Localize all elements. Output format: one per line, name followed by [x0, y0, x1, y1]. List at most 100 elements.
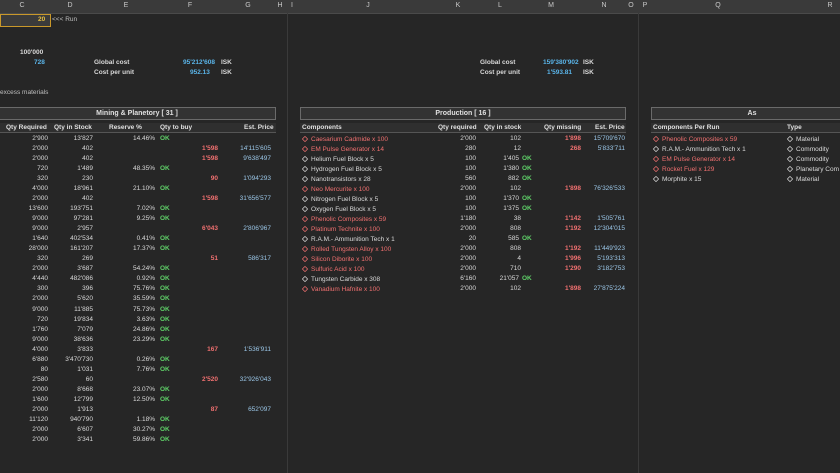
table-row[interactable]: EM Pulse Generator x 14 Commodity — [651, 154, 840, 164]
column-letter[interactable]: P — [643, 2, 648, 9]
reserve-percent: 17.37% — [132, 245, 155, 253]
column-letter[interactable]: F — [188, 2, 192, 9]
qty-in-stock: 19'834 — [73, 315, 93, 323]
qty-in-stock: 6'607 — [77, 425, 93, 433]
table-row[interactable]: 4'000 18'961 21.10% OK — [0, 184, 278, 194]
column-letter[interactable]: E — [124, 2, 129, 9]
column-letter[interactable]: L — [498, 2, 502, 9]
table-row[interactable]: 2'580 60 2'520 32'926'043 — [0, 375, 278, 385]
table-row[interactable]: Nitrogen Fuel Block x 5 100 1'370 OK — [300, 194, 626, 204]
assembly-header-row: Components Per Run Type — [651, 123, 840, 133]
table-row[interactable]: Silicon Diborite x 100 2'000 4 1'996 5'193'3… — [300, 254, 626, 264]
column-letter[interactable]: Q — [715, 2, 720, 9]
table-row[interactable]: 9'000 2'957 6'043 2'806'967 — [0, 224, 278, 234]
header-est-price: Est. Price — [244, 124, 274, 131]
table-row[interactable]: 2'000 3'341 59.86% OK — [0, 435, 278, 445]
table-row[interactable]: Sulfuric Acid x 100 2'000 710 1'290 3'182'75… — [300, 264, 626, 274]
table-row[interactable]: 720 1'489 48.35% OK — [0, 164, 278, 174]
component-icon — [301, 286, 309, 293]
component-icon — [301, 266, 309, 273]
component-name: Platinum Technite x 100 — [301, 225, 380, 233]
table-row[interactable]: 320 230 90 1'094'293 — [0, 174, 278, 184]
table-row[interactable]: Oxygen Fuel Block x 5 100 1'375 OK — [300, 204, 626, 214]
status-ok: OK — [522, 195, 532, 203]
component-icon — [301, 185, 309, 193]
table-row[interactable]: EM Pulse Generator x 14 280 12 268 5'833'711 — [300, 144, 626, 154]
column-letter[interactable]: G — [245, 2, 250, 9]
table-row[interactable]: Phenolic Composites x 59 1'180 38 1'142 1'50… — [300, 214, 626, 224]
est-price: 76'326'533 — [593, 185, 625, 193]
table-row[interactable]: Vanadium Hafnite x 100 2'000 102 1'898 27'87… — [300, 284, 626, 294]
table-row[interactable]: 13'600 193'751 7.02% OK — [0, 204, 278, 214]
table-row[interactable]: 6'880 3'470'730 0.26% OK — [0, 355, 278, 365]
table-row[interactable]: Phenolic Composites x 59 Material — [651, 134, 840, 144]
reserve-percent: 3.63% — [136, 315, 155, 323]
table-row[interactable]: 2'000 5'620 35.59% OK — [0, 294, 278, 304]
est-price: 586'317 — [248, 255, 271, 263]
table-row[interactable]: Helium Fuel Block x 5 100 1'405 OK — [300, 154, 626, 164]
table-row[interactable]: Hydrogen Fuel Block x 5 100 1'380 OK — [300, 164, 626, 174]
table-row[interactable]: 2'000 402 1'598 31'656'577 — [0, 194, 278, 204]
table-row[interactable]: Tungsten Carbide x 308 6'160 21'057 OK — [300, 274, 626, 284]
table-row[interactable]: 320 269 51 586'317 — [0, 254, 278, 264]
table-row[interactable]: 1'600 12'799 12.50% OK — [0, 395, 278, 405]
table-row[interactable]: 2'000 402 1'598 9'638'497 — [0, 154, 278, 164]
est-price: 3'182'753 — [597, 265, 625, 273]
table-row[interactable]: 9'000 38'636 23.29% OK — [0, 335, 278, 345]
table-row[interactable]: 2'000 1'913 87 652'097 — [0, 405, 278, 415]
table-row[interactable]: 2'900 13'827 14.46% OK — [0, 134, 278, 144]
table-row[interactable]: 2'000 402 1'598 14'115'605 — [0, 144, 278, 154]
est-price: 5'193'313 — [597, 255, 625, 263]
table-row[interactable]: 1'640 402'534 0.41% OK — [0, 234, 278, 244]
column-letter[interactable]: O — [628, 2, 633, 9]
cost-per-unit-unit: ISK — [583, 69, 594, 76]
table-row[interactable]: 11'120 940'790 1.18% OK — [0, 415, 278, 425]
table-row[interactable]: 4'440 482'086 0.92% OK — [0, 274, 278, 284]
table-row[interactable]: 28'000 161'207 17.37% OK — [0, 244, 278, 254]
column-letter[interactable]: K — [456, 2, 461, 9]
est-price: 1'094'293 — [243, 175, 271, 183]
qty-in-stock: 808 — [510, 245, 521, 253]
table-row[interactable]: Caesarium Cadmide x 100 2'000 102 1'898 15'7… — [300, 134, 626, 144]
column-letter[interactable]: I — [291, 2, 293, 9]
table-row[interactable]: R.A.M.- Ammunition Tech x 1 Commodity — [651, 144, 840, 154]
table-row[interactable]: 300 396 75.76% OK — [0, 284, 278, 294]
column-letter[interactable]: H — [277, 2, 282, 9]
table-row[interactable]: 9'000 11'885 75.73% OK — [0, 305, 278, 315]
column-letter[interactable]: C — [19, 2, 24, 9]
table-row[interactable]: Morphite x 15 Material — [651, 174, 840, 184]
reserve-percent: 14.46% — [132, 135, 155, 142]
table-row[interactable]: 80 1'031 7.76% OK — [0, 365, 278, 375]
table-row[interactable]: 720 19'834 3.63% OK — [0, 315, 278, 325]
qty-in-stock: 18'961 — [73, 185, 93, 193]
column-letter[interactable]: J — [366, 2, 370, 9]
type-icon — [786, 145, 794, 153]
reserve-percent: 0.92% — [136, 275, 155, 283]
reserve-percent: 54.24% — [132, 265, 155, 273]
table-row[interactable]: 2'000 6'607 30.27% OK — [0, 425, 278, 435]
table-row[interactable]: Rocket Fuel x 129 Planetary Com — [651, 164, 840, 174]
qty-in-stock: 13'827 — [73, 135, 93, 142]
table-row[interactable]: Nanotransistors x 28 560 882 OK — [300, 174, 626, 184]
table-row[interactable]: R.A.M.- Ammunition Tech x 1 20 585 OK — [300, 234, 626, 244]
table-row[interactable]: 4'000 3'833 167 1'536'911 — [0, 345, 278, 355]
run-value[interactable]: 20 — [38, 16, 45, 23]
cost-per-unit-value: 952.13 — [190, 69, 210, 76]
reserve-percent: 12.50% — [132, 395, 155, 403]
table-row[interactable]: Rolled Tungsten Alloy x 100 2'000 808 1'192… — [300, 244, 626, 254]
qty-in-stock: 193'751 — [70, 205, 93, 213]
table-row[interactable]: 9'000 97'281 9.25% OK — [0, 214, 278, 224]
table-row[interactable]: 2'000 3'687 54.24% OK — [0, 264, 278, 274]
column-letter[interactable]: R — [827, 2, 832, 9]
column-letter[interactable]: D — [67, 2, 72, 9]
column-letter[interactable]: N — [601, 2, 606, 9]
table-row[interactable]: Neo Mercurite x 100 2'000 102 1'898 76'326'5… — [300, 184, 626, 194]
sub-quantity: 728 — [34, 59, 45, 66]
component-icon — [301, 165, 309, 173]
table-row[interactable]: 2'000 8'668 23.07% OK — [0, 385, 278, 395]
header-qty-to-buy: Qty to buy — [160, 124, 193, 131]
table-row[interactable]: 1'760 7'079 24.86% OK — [0, 325, 278, 335]
column-letter[interactable]: M — [548, 2, 554, 9]
table-row[interactable]: Platinum Technite x 100 2'000 808 1'192 12'3… — [300, 224, 626, 234]
qty-in-stock: 882 — [508, 175, 519, 183]
